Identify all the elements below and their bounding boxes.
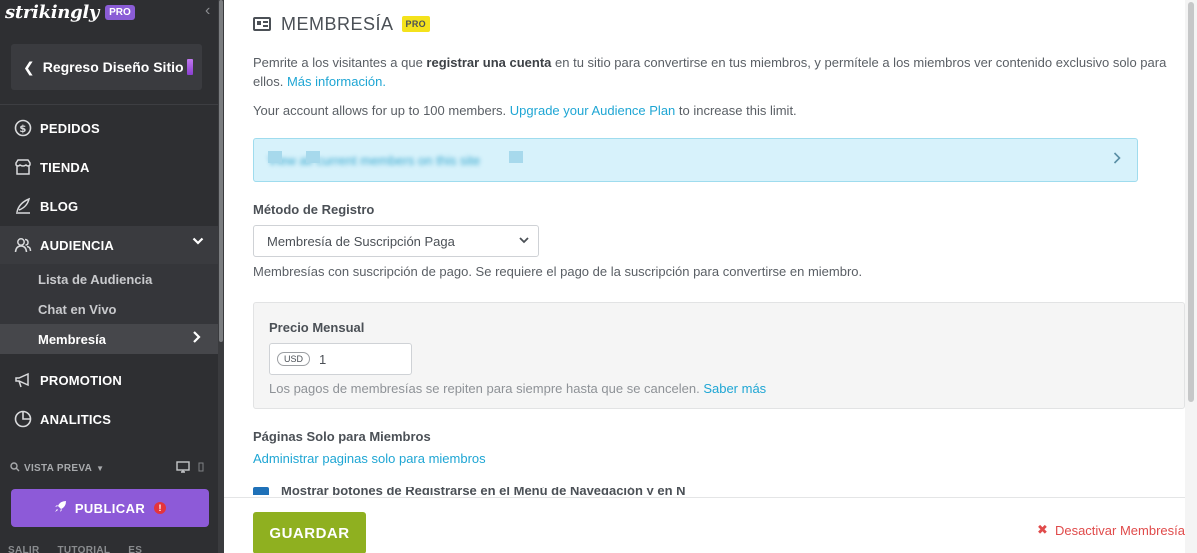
pixelation-block <box>306 151 320 163</box>
mobile-preview-icon[interactable] <box>198 461 204 476</box>
upgrade-audience-plan-link[interactable]: Upgrade your Audience Plan <box>510 103 676 118</box>
chevron-right-icon <box>192 330 202 347</box>
registration-method-select[interactable]: Membresía de Suscripción Paga <box>253 225 539 257</box>
membership-description: Pemrite a los visitantes a que registrar… <box>253 53 1183 91</box>
deactivate-membership-button[interactable]: ✖ Desactivar Membresía <box>1037 522 1185 538</box>
logout-link[interactable]: SALIR <box>8 545 40 553</box>
member-limit-text: Your account allows for up to 100 member… <box>253 101 797 120</box>
chevron-down-icon <box>518 234 530 249</box>
sidebar-item-label: PEDIDOS <box>40 120 100 136</box>
page-title-text: MEMBRESÍA <box>281 13 394 34</box>
pie-chart-icon <box>13 409 33 429</box>
sidebar-item-label: AUDIENCIA <box>40 237 115 253</box>
svg-text:$: $ <box>19 124 26 135</box>
sidebar-item-promotion[interactable]: PROMOTION <box>0 361 218 399</box>
users-icon <box>13 235 33 255</box>
sidebar-subitem-membresia[interactable]: Membresía <box>0 324 218 354</box>
deactivate-label: Desactivar Membresía <box>1054 522 1185 538</box>
monthly-price-input[interactable]: USD 1 <box>269 343 412 375</box>
panel-footer: GUARDAR ✖ Desactivar Membresía <box>224 497 1185 553</box>
chevron-right-icon <box>1113 151 1121 170</box>
currency-badge: USD <box>277 352 311 366</box>
id-card-icon <box>253 17 271 31</box>
sidebar-subitem-label: Chat en Vivo <box>38 301 117 317</box>
sidebar-item-label: PROMOTION <box>40 372 122 388</box>
more-info-link[interactable]: Más información. <box>287 74 386 89</box>
pro-badge: PRO <box>401 16 430 32</box>
dollar-circle-icon: $ <box>13 118 33 138</box>
sidebar-item-blog[interactable]: BLOG <box>0 187 218 225</box>
language-link[interactable]: ES <box>128 545 142 553</box>
pixelation-block <box>509 151 523 163</box>
learn-more-link[interactable]: Saber más <box>703 381 766 396</box>
price-note: Los pagos de membresías se repiten para … <box>269 379 766 398</box>
pixelation-block <box>268 151 282 163</box>
page-title: MEMBRESÍA PRO <box>253 12 430 36</box>
membership-panel: MEMBRESÍA PRO Pemrite a los visitantes a… <box>224 0 1197 553</box>
feather-pen-icon <box>13 196 33 216</box>
alert-icon: ! <box>154 502 167 514</box>
chevron-left-icon: ❮ <box>23 58 35 75</box>
back-button-label: Regreso Diseño Sitio <box>42 59 184 75</box>
collapse-sidebar-icon[interactable]: ‹ <box>205 2 210 20</box>
view-members-banner[interactable]: View all current members on this site <box>253 138 1138 182</box>
device-toggle[interactable] <box>176 461 204 476</box>
sidebar-item-label: BLOG <box>40 198 79 214</box>
monthly-price-box: Precio Mensual USD 1 Los pagos de membre… <box>253 302 1185 409</box>
publish-label: PUBLICAR <box>74 500 146 516</box>
sidebar-footer-links: SALIR TUTORIAL ES <box>8 545 142 553</box>
megaphone-icon <box>13 370 33 390</box>
description-bold: registrar una cuenta <box>426 55 552 70</box>
strikingly-logo: strikingly <box>5 1 100 23</box>
preview-label: VISTA PREVA <box>24 462 93 474</box>
sidebar-subitem-label: Lista de Audiencia <box>38 271 153 287</box>
brand[interactable]: strikingly PRO <box>5 0 135 24</box>
sidebar-subitem-chat-en-vivo[interactable]: Chat en Vivo <box>0 294 218 324</box>
panel-scrollbar-thumb[interactable] <box>1188 2 1194 402</box>
sidebar-divider <box>0 104 218 105</box>
sidebar-item-analitics[interactable]: ANALITICS <box>0 400 218 438</box>
price-value: 1 <box>319 351 327 367</box>
sidebar-item-label: TIENDA <box>40 159 90 175</box>
sidebar-item-audiencia[interactable]: AUDIENCIA <box>0 226 218 264</box>
sidebar-item-tienda[interactable]: TIENDA <box>0 148 218 186</box>
sidebar: strikingly PRO ‹ ❮ Regreso Diseño Sitio … <box>0 0 224 553</box>
sidebar-subitem-lista-audiencia[interactable]: Lista de Audiencia <box>0 264 218 294</box>
preview-dropdown[interactable]: VISTA PREVA ▼ <box>10 460 210 476</box>
mobile-icon <box>186 59 193 75</box>
pro-badge: PRO <box>105 4 135 20</box>
sidebar-scrollbar-thumb[interactable] <box>219 0 223 342</box>
show-signup-buttons-label: Mostrar botones de Registrarse en el Men… <box>281 487 686 495</box>
monthly-price-label: Precio Mensual <box>269 320 365 335</box>
sidebar-item-label: ANALITICS <box>40 411 112 427</box>
members-only-pages-label: Páginas Solo para Miembros <box>253 429 431 444</box>
chevron-down-icon <box>192 235 204 250</box>
select-value: Membresía de Suscripción Paga <box>267 233 455 249</box>
manage-members-pages-link[interactable]: Administrar paginas solo para miembros <box>253 449 486 468</box>
registration-method-label: Método de Registro <box>253 202 375 217</box>
show-signup-buttons-option[interactable]: Mostrar botones de Registrarse en el Men… <box>253 487 813 495</box>
price-note-text: Los pagos de membresías se repiten para … <box>269 381 704 396</box>
desktop-icon[interactable] <box>176 461 190 476</box>
view-members-text: View all current members on this site <box>268 153 481 168</box>
sidebar-subitem-label: Membresía <box>38 331 106 347</box>
registration-method-help: Membresías con suscripción de pago. Se r… <box>253 264 863 279</box>
rocket-icon <box>54 500 67 516</box>
save-button[interactable]: GUARDAR <box>253 512 366 553</box>
store-icon <box>13 157 33 177</box>
caret-down-icon: ▼ <box>96 463 105 473</box>
description-text: Pemrite a los visitantes a que <box>253 55 427 70</box>
back-to-site-design-button[interactable]: ❮ Regreso Diseño Sitio <box>11 44 202 90</box>
limit-text-2: to increase this limit. <box>675 103 797 118</box>
checkbox-checked[interactable] <box>253 487 269 495</box>
publish-button[interactable]: PUBLICAR ! <box>11 489 209 527</box>
search-icon <box>10 461 20 475</box>
tutorial-link[interactable]: TUTORIAL <box>58 545 111 553</box>
limit-text: Your account allows for up to 100 member… <box>253 103 510 118</box>
panel-scrollbar[interactable] <box>1185 0 1197 553</box>
close-icon: ✖ <box>1037 522 1048 537</box>
sidebar-item-pedidos[interactable]: $ PEDIDOS <box>0 109 218 147</box>
